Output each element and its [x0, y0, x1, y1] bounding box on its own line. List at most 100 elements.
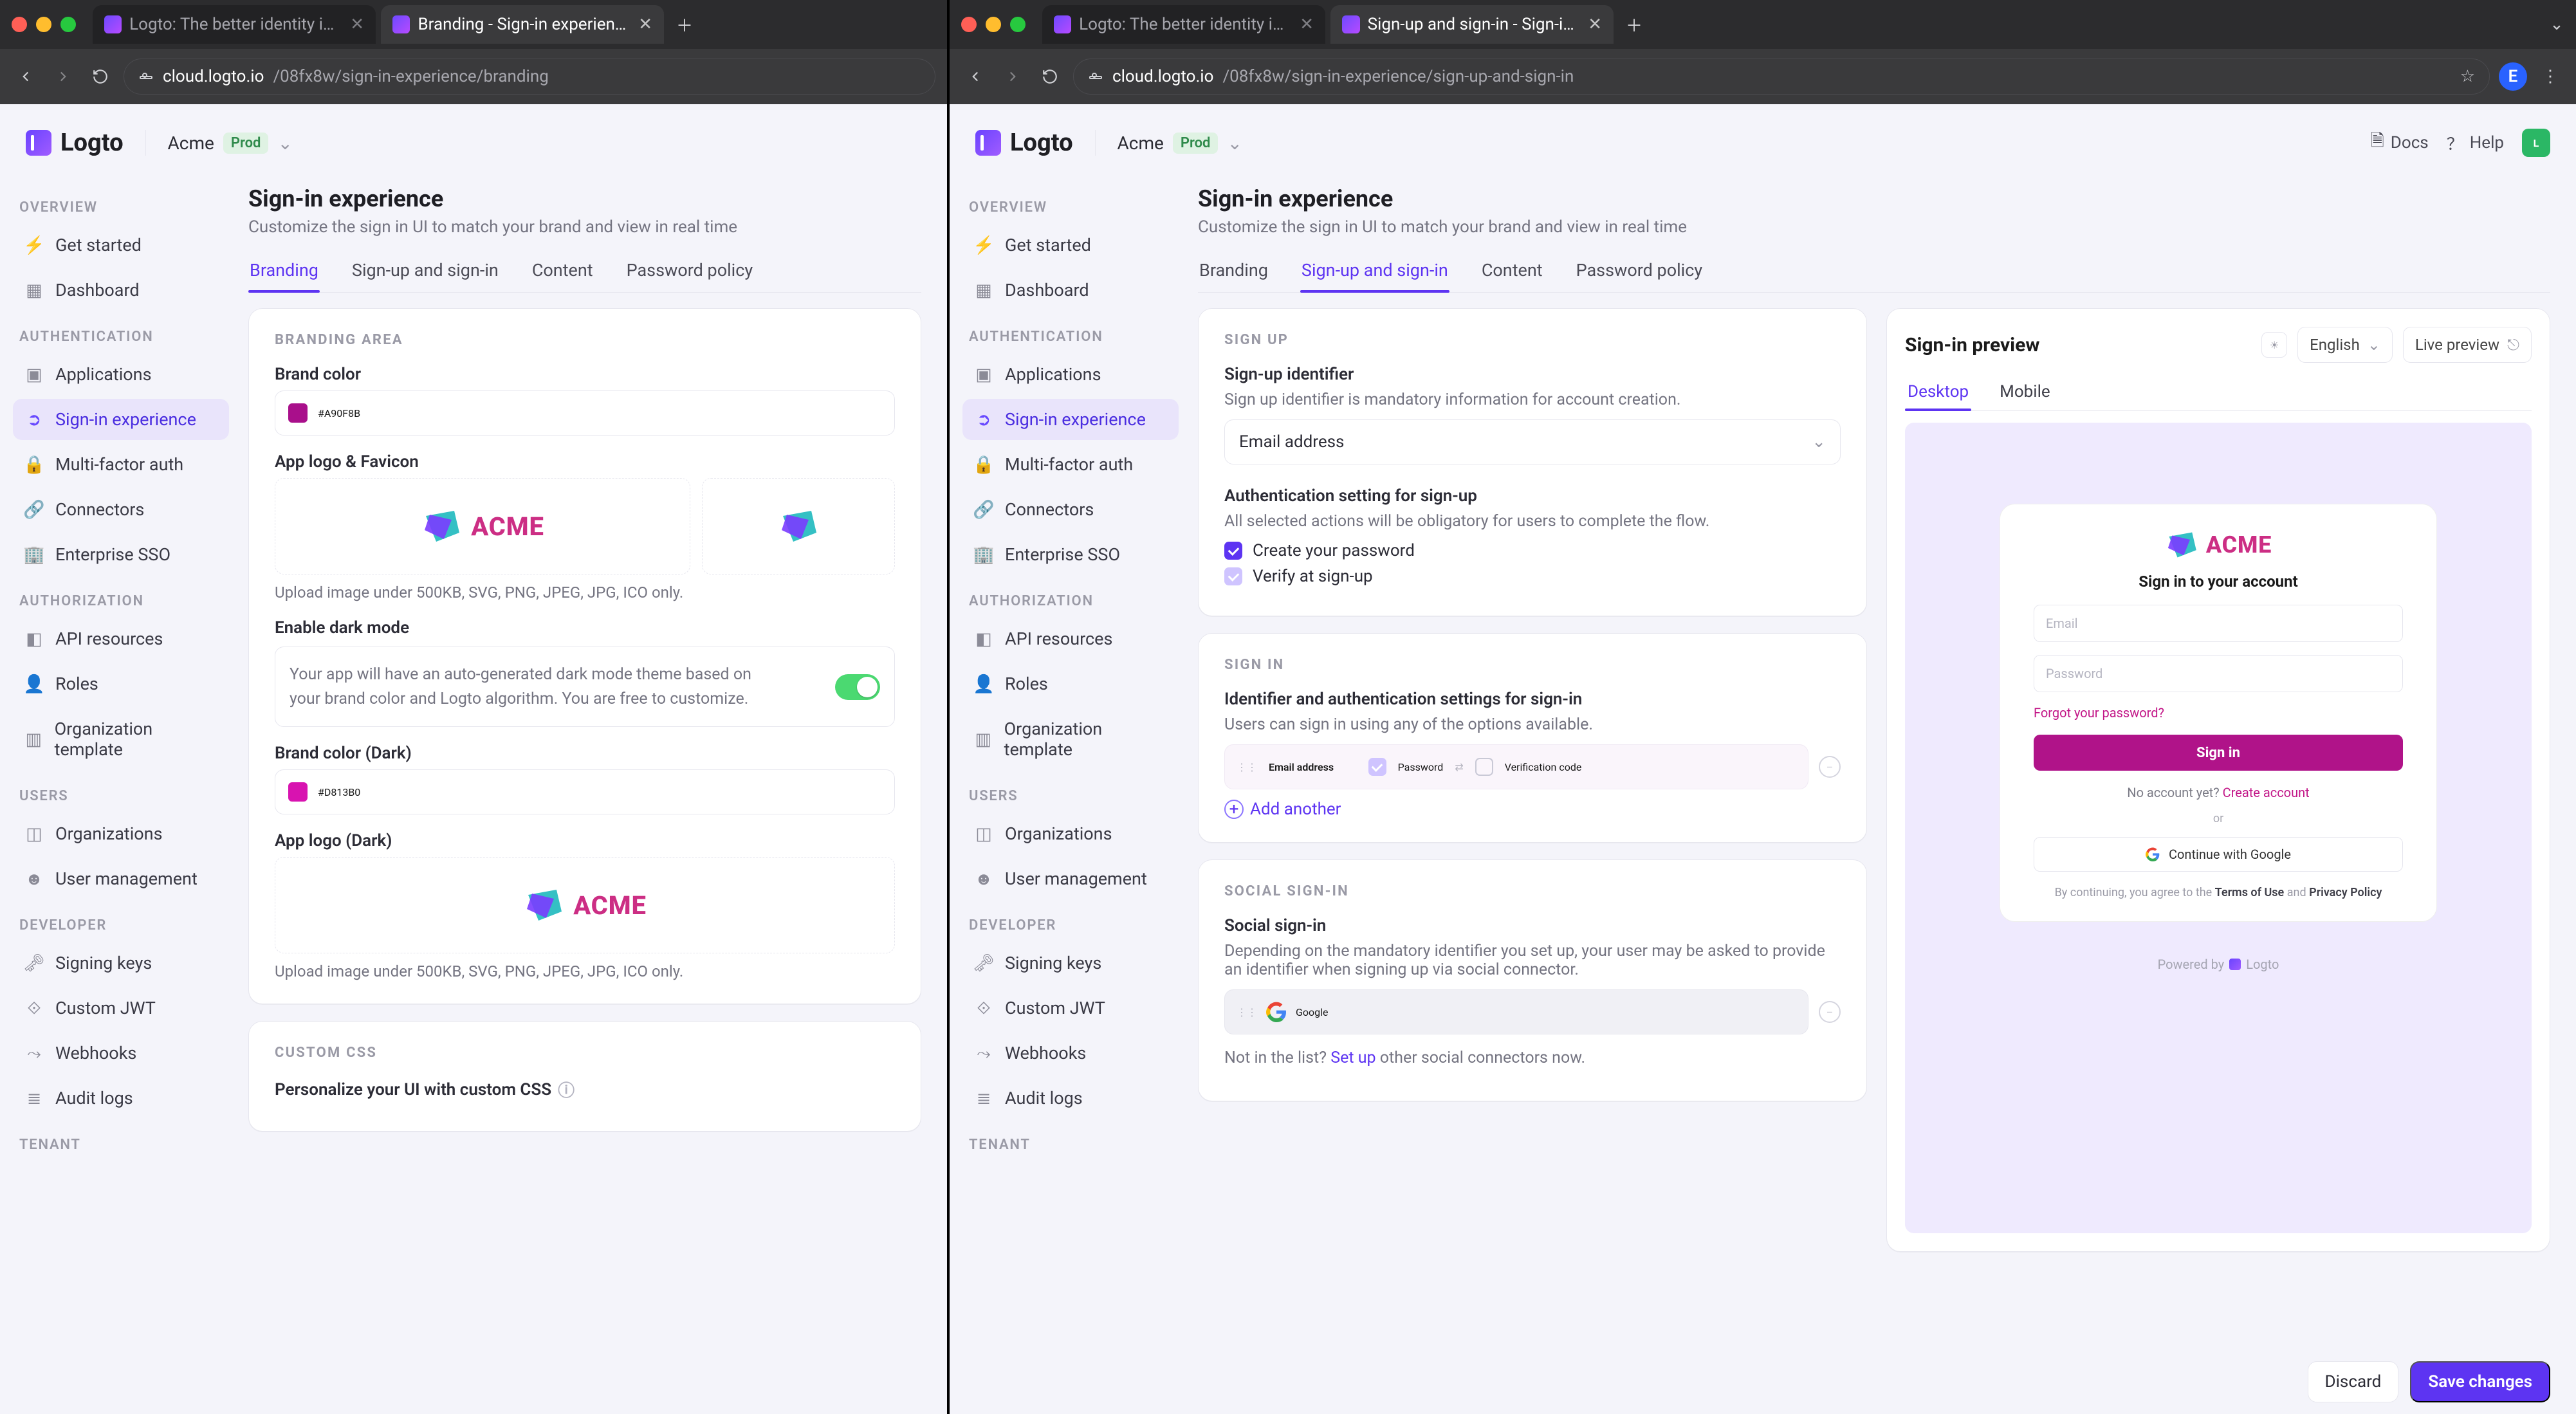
sidebar-item-mfa[interactable]: 🔒Multi-factor auth [13, 444, 229, 485]
browser-tab[interactable]: Logto: The better identity inf… ✕ [1042, 5, 1325, 44]
preview-terms-link[interactable]: Terms of Use [2215, 886, 2285, 899]
sidebar-item-enterprise-sso[interactable]: 🏢Enterprise SSO [13, 534, 229, 575]
sidebar-item-connectors[interactable]: 🔗Connectors [962, 489, 1179, 530]
sidebar-item-user-management[interactable]: ☻User management [13, 858, 229, 899]
chrome-menu-button[interactable]: ⋮ [2536, 62, 2564, 91]
minimize-window-icon[interactable] [36, 17, 51, 32]
sidebar-item-organizations[interactable]: ◫Organizations [962, 813, 1179, 854]
sidebar-item-organization-template[interactable]: ▥Organization template [13, 708, 229, 770]
back-button[interactable] [961, 62, 989, 91]
sidebar-item-audit-logs[interactable]: ≣Audit logs [962, 1078, 1179, 1119]
swap-icon[interactable]: ⇄ [1455, 761, 1463, 773]
sidebar-item-api-resources[interactable]: ◧API resources [13, 618, 229, 659]
sidebar-item-webhooks[interactable]: ⤳Webhooks [962, 1033, 1179, 1074]
sidebar-item-custom-jwt[interactable]: ⟐Custom JWT [962, 987, 1179, 1029]
preview-create-account-link[interactable]: Create account [2223, 785, 2310, 800]
app-logo[interactable]: Logto [975, 129, 1073, 157]
preview-google-button[interactable]: Continue with Google [2034, 837, 2403, 872]
tab-signup-signin[interactable]: Sign-up and sign-in [1300, 248, 1449, 292]
tab-branding[interactable]: Branding [1198, 248, 1269, 292]
browser-tab-active[interactable]: Sign-up and sign-in - Sign-in… ✕ [1330, 5, 1614, 44]
minimize-window-icon[interactable] [986, 17, 1001, 32]
sidebar-item-enterprise-sso[interactable]: 🏢Enterprise SSO [962, 534, 1179, 575]
set-up-link[interactable]: Set up [1330, 1049, 1375, 1067]
add-another-link[interactable]: + Add another [1224, 800, 1841, 819]
forward-button[interactable] [49, 62, 77, 91]
user-avatar[interactable]: L [2522, 129, 2550, 157]
reload-button[interactable] [86, 62, 115, 91]
close-tab-icon[interactable]: ✕ [1588, 15, 1602, 34]
close-window-icon[interactable] [12, 17, 27, 32]
tenant-switcher[interactable]: Acme Prod ⌄ [1118, 133, 1242, 154]
drag-handle-icon[interactable]: ⋮⋮ [1237, 1006, 1257, 1018]
preview-tab-mobile[interactable]: Mobile [1997, 373, 2053, 410]
social-connector-row[interactable]: ⋮⋮ Google [1224, 989, 1808, 1034]
theme-toggle-button[interactable]: ☀ [2261, 332, 2287, 358]
browser-tab[interactable]: Logto: The better identity inf… ✕ [93, 5, 376, 44]
preview-privacy-link[interactable]: Privacy Policy [2309, 886, 2382, 899]
maximize-window-icon[interactable] [1010, 17, 1026, 32]
app-logo[interactable]: Logto [26, 129, 124, 157]
new-tab-button[interactable]: ＋ [1619, 9, 1650, 40]
preview-forgot-link[interactable]: Forgot your password? [2034, 705, 2164, 721]
checkbox-code[interactable] [1475, 758, 1493, 776]
sidebar-item-applications[interactable]: ▣Applications [13, 354, 229, 395]
sidebar-item-signing-keys[interactable]: 🗝Signing keys [962, 942, 1179, 984]
sidebar-item-user-management[interactable]: ☻User management [962, 858, 1179, 899]
sidebar-item-get-started[interactable]: ⚡Get started [962, 225, 1179, 266]
info-icon[interactable]: ⓘ [558, 1078, 575, 1101]
sidebar-item-get-started[interactable]: ⚡Get started [13, 225, 229, 266]
logo-dark-uploader[interactable]: ACME [275, 857, 895, 953]
docs-link[interactable]: 🗎Docs [2371, 129, 2429, 157]
tab-password-policy[interactable]: Password policy [1575, 248, 1704, 292]
brand-color-input[interactable]: #A90F8B [275, 390, 895, 436]
bookmark-icon[interactable]: ☆ [2460, 67, 2475, 86]
sidebar-item-mfa[interactable]: 🔒Multi-factor auth [962, 444, 1179, 485]
save-changes-button[interactable]: Save changes [2410, 1361, 2550, 1402]
tab-signup-signin[interactable]: Sign-up and sign-in [351, 248, 500, 292]
reload-button[interactable] [1036, 62, 1064, 91]
sidebar-item-webhooks[interactable]: ⤳Webhooks [13, 1033, 229, 1074]
maximize-window-icon[interactable] [60, 17, 76, 32]
sidebar-item-applications[interactable]: ▣Applications [962, 354, 1179, 395]
language-select[interactable]: English⌄ [2297, 327, 2393, 363]
close-window-icon[interactable] [961, 17, 977, 32]
sidebar-item-api-resources[interactable]: ◧API resources [962, 618, 1179, 659]
chrome-profile-avatar[interactable]: E [2499, 62, 2527, 91]
tab-branding[interactable]: Branding [248, 248, 320, 292]
sidebar-item-signing-keys[interactable]: 🗝Signing keys [13, 942, 229, 984]
close-tab-icon[interactable]: ✕ [638, 15, 652, 34]
sidebar-item-sign-in-experience[interactable]: ➲Sign-in experience [13, 399, 229, 440]
traffic-lights[interactable] [961, 17, 1026, 32]
close-tab-icon[interactable]: ✕ [350, 15, 364, 34]
preview-signin-button[interactable]: Sign in [2034, 735, 2403, 771]
identifier-row[interactable]: ⋮⋮ Email address Password ⇄ Verification… [1224, 744, 1808, 789]
tenant-switcher[interactable]: Acme Prod ⌄ [168, 133, 293, 154]
sidebar-item-sign-in-experience[interactable]: ➲Sign-in experience [962, 399, 1179, 440]
brand-color-dark-input[interactable]: #D813B0 [275, 769, 895, 814]
tab-content[interactable]: Content [1480, 248, 1544, 292]
address-bar[interactable]: cloud.logto.io/08fx8w/sign-in-experience… [1073, 59, 2490, 95]
sidebar-item-dashboard[interactable]: ▦Dashboard [962, 270, 1179, 311]
sidebar-item-dashboard[interactable]: ▦Dashboard [13, 270, 229, 311]
sidebar-item-audit-logs[interactable]: ≣Audit logs [13, 1078, 229, 1119]
live-preview-button[interactable]: Live preview⎋ [2403, 327, 2532, 363]
preview-password-input[interactable]: Password [2034, 655, 2403, 692]
checkbox-create-password[interactable] [1224, 542, 1242, 560]
browser-tab-active[interactable]: Branding - Sign-in experienc… ✕ [381, 5, 664, 44]
sidebar-item-custom-jwt[interactable]: ⟐Custom JWT [13, 987, 229, 1029]
sidebar-item-organization-template[interactable]: ▥Organization template [962, 708, 1179, 770]
address-bar[interactable]: cloud.logto.io/08fx8w/sign-in-experience… [124, 59, 935, 95]
close-tab-icon[interactable]: ✕ [1300, 15, 1314, 34]
checkbox-password[interactable] [1368, 758, 1386, 776]
sidebar-item-roles[interactable]: 👤Roles [13, 663, 229, 704]
tab-content[interactable]: Content [531, 248, 594, 292]
preview-email-input[interactable]: Email [2034, 605, 2403, 642]
traffic-lights[interactable] [12, 17, 76, 32]
identifier-select[interactable]: Email address ⌄ [1224, 419, 1841, 464]
favicon-uploader[interactable] [702, 478, 895, 574]
sidebar-item-connectors[interactable]: 🔗Connectors [13, 489, 229, 530]
forward-button[interactable] [998, 62, 1027, 91]
checkbox-verify-signup[interactable] [1224, 567, 1242, 585]
discard-button[interactable]: Discard [2308, 1361, 2399, 1402]
